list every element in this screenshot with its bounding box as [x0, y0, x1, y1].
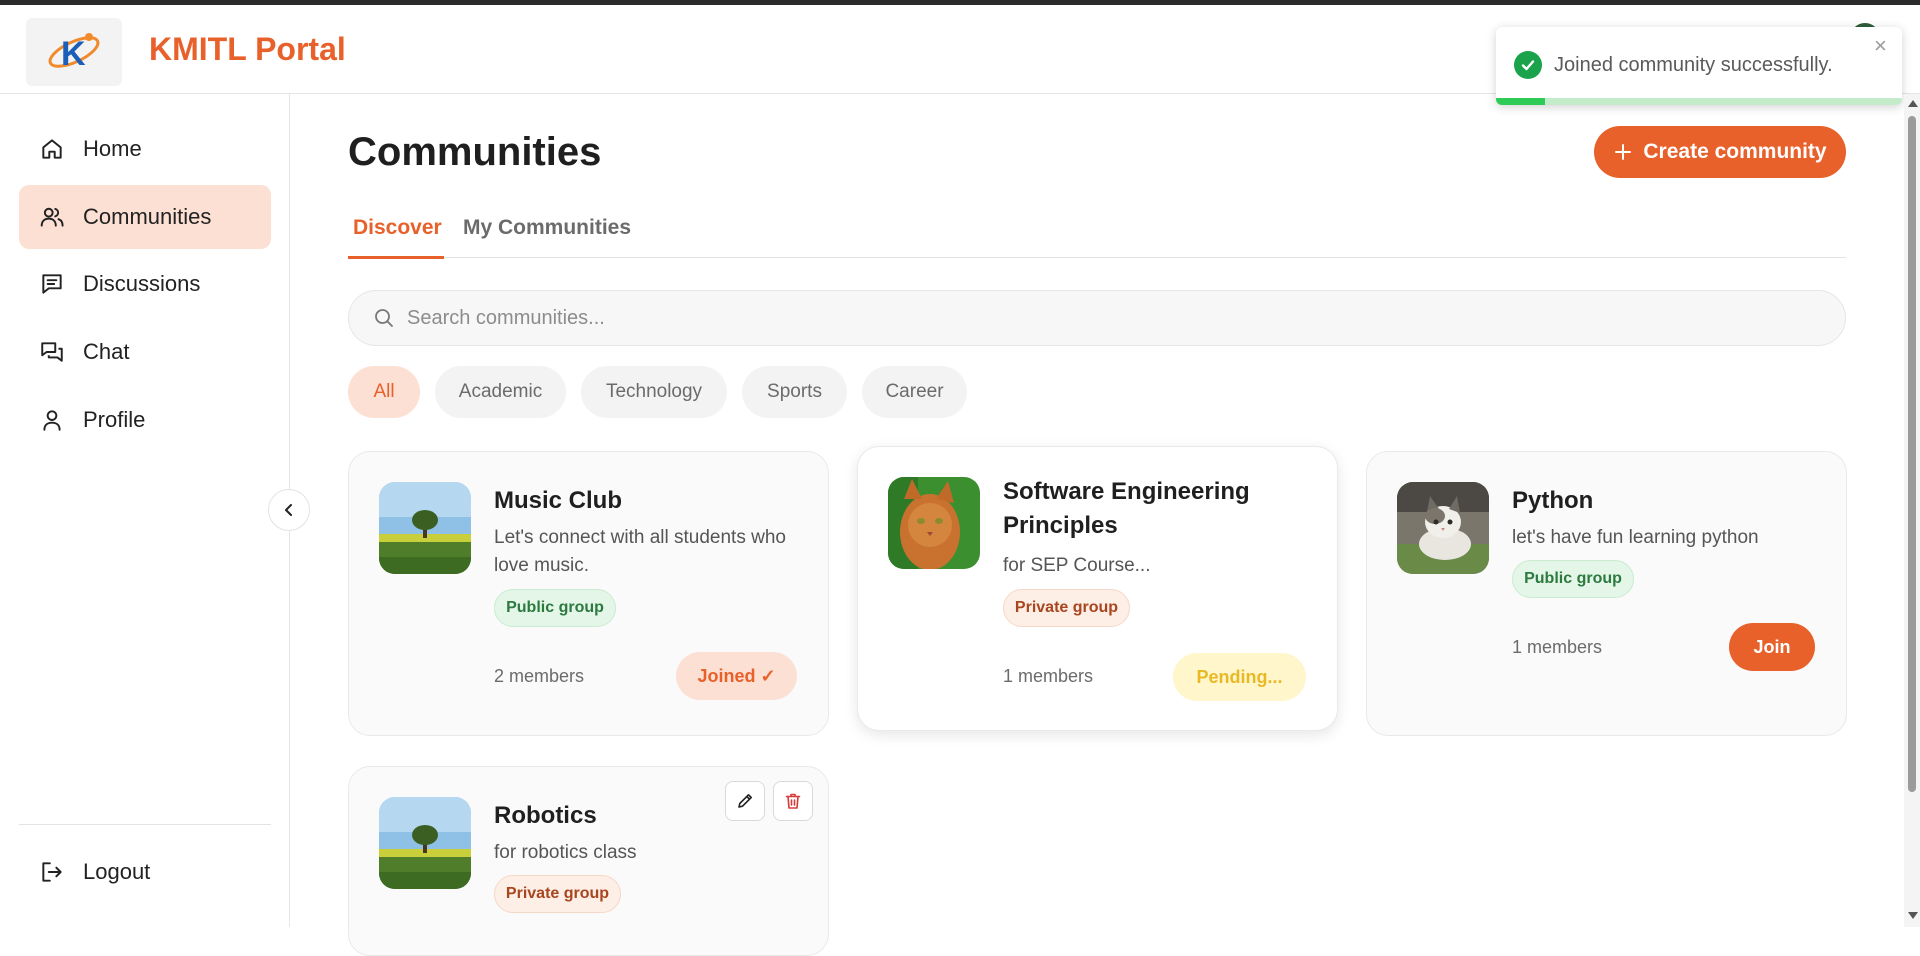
active-tab-indicator — [348, 256, 444, 259]
community-thumbnail — [888, 477, 980, 569]
toast-progress-bar — [1496, 98, 1545, 105]
brand-title[interactable]: KMITL Portal — [149, 31, 346, 68]
sidebar-item-home[interactable]: Home — [19, 117, 271, 181]
community-card-python[interactable]: Python let's have fun learning python Pu… — [1366, 451, 1847, 736]
community-thumbnail — [379, 482, 471, 574]
scrollbar-thumb[interactable] — [1908, 116, 1916, 792]
scroll-down-arrow-icon[interactable] — [1908, 912, 1918, 919]
tabs: Discover My Communities — [348, 210, 1846, 259]
tab-discover[interactable]: Discover — [348, 216, 447, 240]
pending-button[interactable]: Pending... — [1173, 653, 1306, 701]
plus-icon — [1615, 144, 1632, 160]
filter-chip-all[interactable]: All — [348, 366, 420, 418]
close-icon[interactable]: × — [1874, 33, 1887, 59]
toast-message: Joined community successfully. — [1554, 54, 1833, 76]
sidebar-item-label: Home — [83, 136, 142, 161]
group-type-badge: Private group — [494, 875, 621, 913]
page-scrollbar[interactable] — [1904, 94, 1920, 927]
chat-bubbles-icon — [41, 342, 63, 362]
delete-button[interactable] — [773, 781, 813, 821]
community-title: Music Club — [494, 487, 623, 514]
sidebar: Home Communities Discussions Chat Profil… — [0, 94, 290, 927]
collapse-sidebar-button[interactable] — [268, 489, 310, 531]
scroll-up-arrow-icon[interactable] — [1908, 100, 1918, 107]
kmitl-logo[interactable]: K — [26, 18, 122, 86]
message-square-icon — [42, 274, 62, 294]
sidebar-divider — [19, 824, 271, 825]
users-icon — [40, 207, 64, 227]
tab-label: Discover — [353, 216, 442, 239]
sidebar-item-communities[interactable]: Communities — [19, 185, 271, 249]
logout-button[interactable]: Logout — [19, 840, 271, 904]
tab-label: My Communities — [463, 216, 632, 239]
sidebar-item-label: Discussions — [83, 271, 201, 296]
community-description: for SEP Course... — [1003, 555, 1151, 576]
sidebar-item-label: Communities — [83, 204, 212, 229]
community-card-music-club[interactable]: Music Club Let's connect with all studen… — [348, 451, 829, 736]
logout-icon — [42, 862, 62, 882]
logout-label: Logout — [83, 859, 151, 884]
filter-chip-technology[interactable]: Technology — [581, 366, 727, 418]
community-description: let's have fun learning python — [1512, 527, 1759, 548]
community-description: Let's connect with all students who love… — [494, 527, 786, 576]
filter-chip-career[interactable]: Career — [862, 366, 967, 418]
check-circle-icon — [1514, 51, 1542, 79]
member-count: 1 members — [1512, 637, 1603, 657]
page-title: Communities — [348, 130, 602, 174]
pencil-icon — [738, 794, 752, 808]
joined-button[interactable]: Joined ✓ — [676, 652, 797, 700]
logo-letter: K — [61, 35, 86, 73]
sidebar-item-profile[interactable]: Profile — [19, 388, 271, 452]
join-button[interactable]: Join — [1729, 623, 1815, 671]
filter-chip-sports[interactable]: Sports — [742, 366, 847, 418]
create-community-button[interactable]: Create community — [1594, 126, 1846, 178]
community-title: Software Engineering Principles — [1003, 478, 1250, 539]
community-description: for robotics class — [494, 842, 637, 863]
toast-progress-track — [1496, 98, 1902, 105]
edit-button[interactable] — [725, 781, 765, 821]
community-card-robotics[interactable]: Robotics for robotics class Private grou… — [348, 766, 829, 956]
create-community-label: Create community — [1643, 140, 1827, 163]
sidebar-item-label: Profile — [83, 407, 146, 432]
chevron-left-icon — [285, 504, 292, 516]
community-thumbnail — [379, 797, 471, 889]
sidebar-item-discussions[interactable]: Discussions — [19, 252, 271, 316]
community-card-software-engineering[interactable]: Software Engineering Principles for SEP … — [857, 446, 1338, 731]
search-bar — [348, 290, 1846, 346]
success-toast: Joined community successfully. × — [1496, 27, 1902, 105]
home-icon — [42, 139, 62, 159]
sidebar-item-chat[interactable]: Chat — [19, 320, 271, 384]
group-type-badge: Private group — [1003, 589, 1130, 627]
member-count: 1 members — [1003, 666, 1094, 686]
group-type-badge: Public group — [1512, 560, 1634, 598]
community-thumbnail — [1397, 482, 1489, 574]
search-input[interactable] — [407, 306, 1707, 330]
group-type-badge: Public group — [494, 589, 616, 627]
sidebar-item-label: Chat — [83, 339, 130, 364]
search-icon — [375, 309, 393, 327]
user-icon — [43, 410, 61, 431]
trash-icon — [785, 793, 801, 809]
filter-chip-academic[interactable]: Academic — [435, 366, 566, 418]
tab-my-communities[interactable]: My Communities — [458, 216, 636, 240]
member-count: 2 members — [494, 666, 585, 686]
community-title: Python — [1512, 487, 1594, 514]
